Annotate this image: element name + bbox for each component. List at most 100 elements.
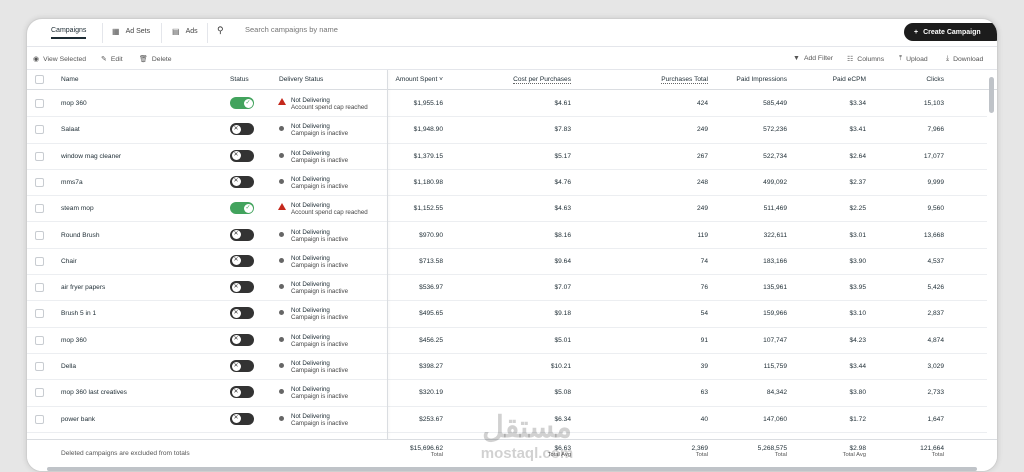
campaign-status-toggle[interactable]: ✕ xyxy=(230,149,254,162)
delivery-status-title: Not Delivering xyxy=(291,202,330,210)
x-icon: ✕ xyxy=(231,230,241,239)
trash-icon: 🗑 xyxy=(139,56,148,63)
delivery-status-reason: Campaign is inactive xyxy=(291,182,349,190)
row-checkbox[interactable] xyxy=(35,388,44,398)
table-row[interactable]: Brush 5 in 1 ✕ Not Delivering Campaign is i… xyxy=(27,301,987,328)
table-row[interactable]: air fryer papers ✕ Not Delivering Campaign … xyxy=(27,275,987,302)
table-row[interactable]: mop 360 ✕ Not Delivering Campaign is inacti… xyxy=(27,328,987,354)
table-row[interactable]: mop 360 last creatives ✕ Not Delivering Cam… xyxy=(27,380,987,407)
tab-ad-sets[interactable]: ▦ Ad Sets xyxy=(112,27,150,36)
row-checkbox[interactable] xyxy=(35,204,44,214)
campaign-name[interactable]: air fryer papers xyxy=(61,284,105,291)
campaign-status-toggle[interactable]: ✕ xyxy=(230,175,254,188)
campaign-status-toggle[interactable]: ✕ xyxy=(230,228,254,241)
vertical-scrollbar[interactable] xyxy=(989,77,994,113)
campaign-name[interactable]: Round Brush xyxy=(61,232,100,239)
download-label: Download xyxy=(953,55,984,63)
search-input[interactable] xyxy=(245,25,545,34)
row-checkbox[interactable] xyxy=(35,335,44,345)
columns-button[interactable]: ☷ Columns xyxy=(847,55,885,64)
row-checkbox[interactable] xyxy=(35,177,44,187)
table-row[interactable]: Salaat ✕ Not Delivering Campaign is inactiv… xyxy=(27,117,987,144)
col-name[interactable]: Name xyxy=(61,76,79,83)
row-checkbox[interactable] xyxy=(35,362,44,371)
amount-spent: $713.58 xyxy=(419,257,443,265)
campaign-status-toggle[interactable]: ✕ xyxy=(230,333,254,346)
total-clicks-sub: Total xyxy=(931,452,944,458)
columns-label: Columns xyxy=(857,55,885,63)
delete-label: Delete xyxy=(151,55,172,63)
campaign-name[interactable]: mms7a xyxy=(61,179,83,186)
campaign-status-toggle[interactable]: ✕ xyxy=(230,281,254,294)
campaign-status-toggle[interactable]: ✕ xyxy=(230,360,254,372)
campaign-name[interactable]: window mag cleaner xyxy=(61,153,121,160)
campaign-name[interactable]: mop 360 last creatives xyxy=(61,389,127,396)
x-icon: ✕ xyxy=(231,414,241,424)
campaign-name[interactable]: power bank xyxy=(61,416,95,423)
campaign-status-toggle[interactable]: ✕ xyxy=(230,412,254,425)
table-row[interactable]: Round Brush ✕ Not Delivering Campaign is in… xyxy=(27,223,987,249)
table-row[interactable]: mop 360 ✓ Not Delivering Account spend cap … xyxy=(27,91,987,118)
campaign-status-toggle[interactable]: ✕ xyxy=(230,123,254,136)
purchases-total: 249 xyxy=(696,205,708,213)
upload-button[interactable]: ⤒ Upload xyxy=(899,55,928,63)
paid-ecpm: $3.34 xyxy=(849,100,866,107)
campaign-name[interactable]: Chair xyxy=(61,258,77,265)
campaign-name[interactable]: Brush 5 in 1 xyxy=(61,310,96,317)
x-icon: ✕ xyxy=(231,335,241,345)
col-delivery-status[interactable]: Delivery Status xyxy=(279,76,323,83)
col-purchases-label: Purchases Total xyxy=(661,76,708,84)
col-cost-per-purchases[interactable]: Cost per Purchases xyxy=(477,76,571,84)
create-campaign-button[interactable]: + Create Campaign xyxy=(904,23,997,41)
select-all-checkbox[interactable] xyxy=(35,75,44,84)
download-button[interactable]: ⤓ Download xyxy=(946,55,983,63)
table-row[interactable]: window mag cleaner ✕ Not Delivering Campaig… xyxy=(27,144,987,170)
row-checkbox[interactable] xyxy=(35,151,44,161)
campaign-name[interactable]: Salaat xyxy=(61,126,80,133)
columns-icon: ☷ xyxy=(847,56,854,63)
row-checkbox[interactable] xyxy=(35,256,44,266)
delivery-status-reason: Campaign is inactive xyxy=(291,130,349,138)
delivery-status-title: Not Delivering xyxy=(291,333,330,341)
cost-per-purchase: $5.08 xyxy=(554,389,571,397)
watermark-arabic: مستقل xyxy=(482,411,572,444)
eye-icon: ◉ xyxy=(33,56,40,63)
col-amount-spent[interactable]: Amount Spent ˅ xyxy=(389,76,444,83)
campaign-status-toggle[interactable]: ✕ xyxy=(230,386,254,399)
row-checkbox[interactable] xyxy=(35,125,44,135)
cost-per-purchase: $5.01 xyxy=(554,336,571,344)
campaign-name[interactable]: mop 360 xyxy=(61,337,87,344)
delivery-status-reason: Campaign is inactive xyxy=(291,156,349,164)
delete-button[interactable]: 🗑 Delete xyxy=(139,55,172,64)
col-paid-impressions[interactable]: Paid Impressions xyxy=(727,76,787,83)
total-purchases-value: 2,369 xyxy=(691,445,708,452)
table-row[interactable]: Della ✕ Not Delivering Campaign is inactive… xyxy=(27,354,987,381)
table-row[interactable]: mms7a ✕ Not Delivering Campaign is inactive… xyxy=(27,170,987,197)
purchases-total: 54 xyxy=(700,310,708,318)
col-clicks[interactable]: Clicks xyxy=(907,76,944,83)
col-status[interactable]: Status xyxy=(230,76,249,83)
campaign-status-toggle[interactable]: ✓ xyxy=(230,97,254,109)
row-checkbox[interactable] xyxy=(35,309,44,319)
row-checkbox[interactable] xyxy=(35,230,44,240)
amount-spent: $495.65 xyxy=(419,310,443,318)
row-checkbox[interactable] xyxy=(35,414,44,424)
row-checkbox[interactable] xyxy=(35,283,44,293)
edit-button[interactable]: ✎ Edit xyxy=(101,55,123,64)
table-row[interactable]: Chair ✕ Not Delivering Campaign is inactive… xyxy=(27,249,987,276)
campaign-status-toggle[interactable]: ✕ xyxy=(230,254,254,267)
tab-campaigns[interactable]: Campaigns xyxy=(51,27,87,39)
row-checkbox[interactable] xyxy=(35,99,44,108)
table-row[interactable]: steam mop ✓ Not Delivering Account spend ca… xyxy=(27,196,987,223)
campaign-name[interactable]: mop 360 xyxy=(61,100,87,107)
campaign-status-toggle[interactable]: ✓ xyxy=(230,202,254,215)
add-filter-button[interactable]: ▼ Add Filter xyxy=(793,55,833,62)
col-paid-ecpm[interactable]: Paid eCPM xyxy=(817,76,866,83)
campaign-name[interactable]: steam mop xyxy=(61,205,94,212)
campaign-status-toggle[interactable]: ✕ xyxy=(230,307,254,320)
campaign-name[interactable]: Della xyxy=(61,363,76,370)
col-purchases-total[interactable]: Purchases Total xyxy=(617,76,708,84)
paid-impressions: 107,747 xyxy=(763,336,787,344)
view-selected-button[interactable]: ◉ View Selected xyxy=(33,55,86,64)
tab-ads[interactable]: ▤ Ads xyxy=(172,27,198,36)
